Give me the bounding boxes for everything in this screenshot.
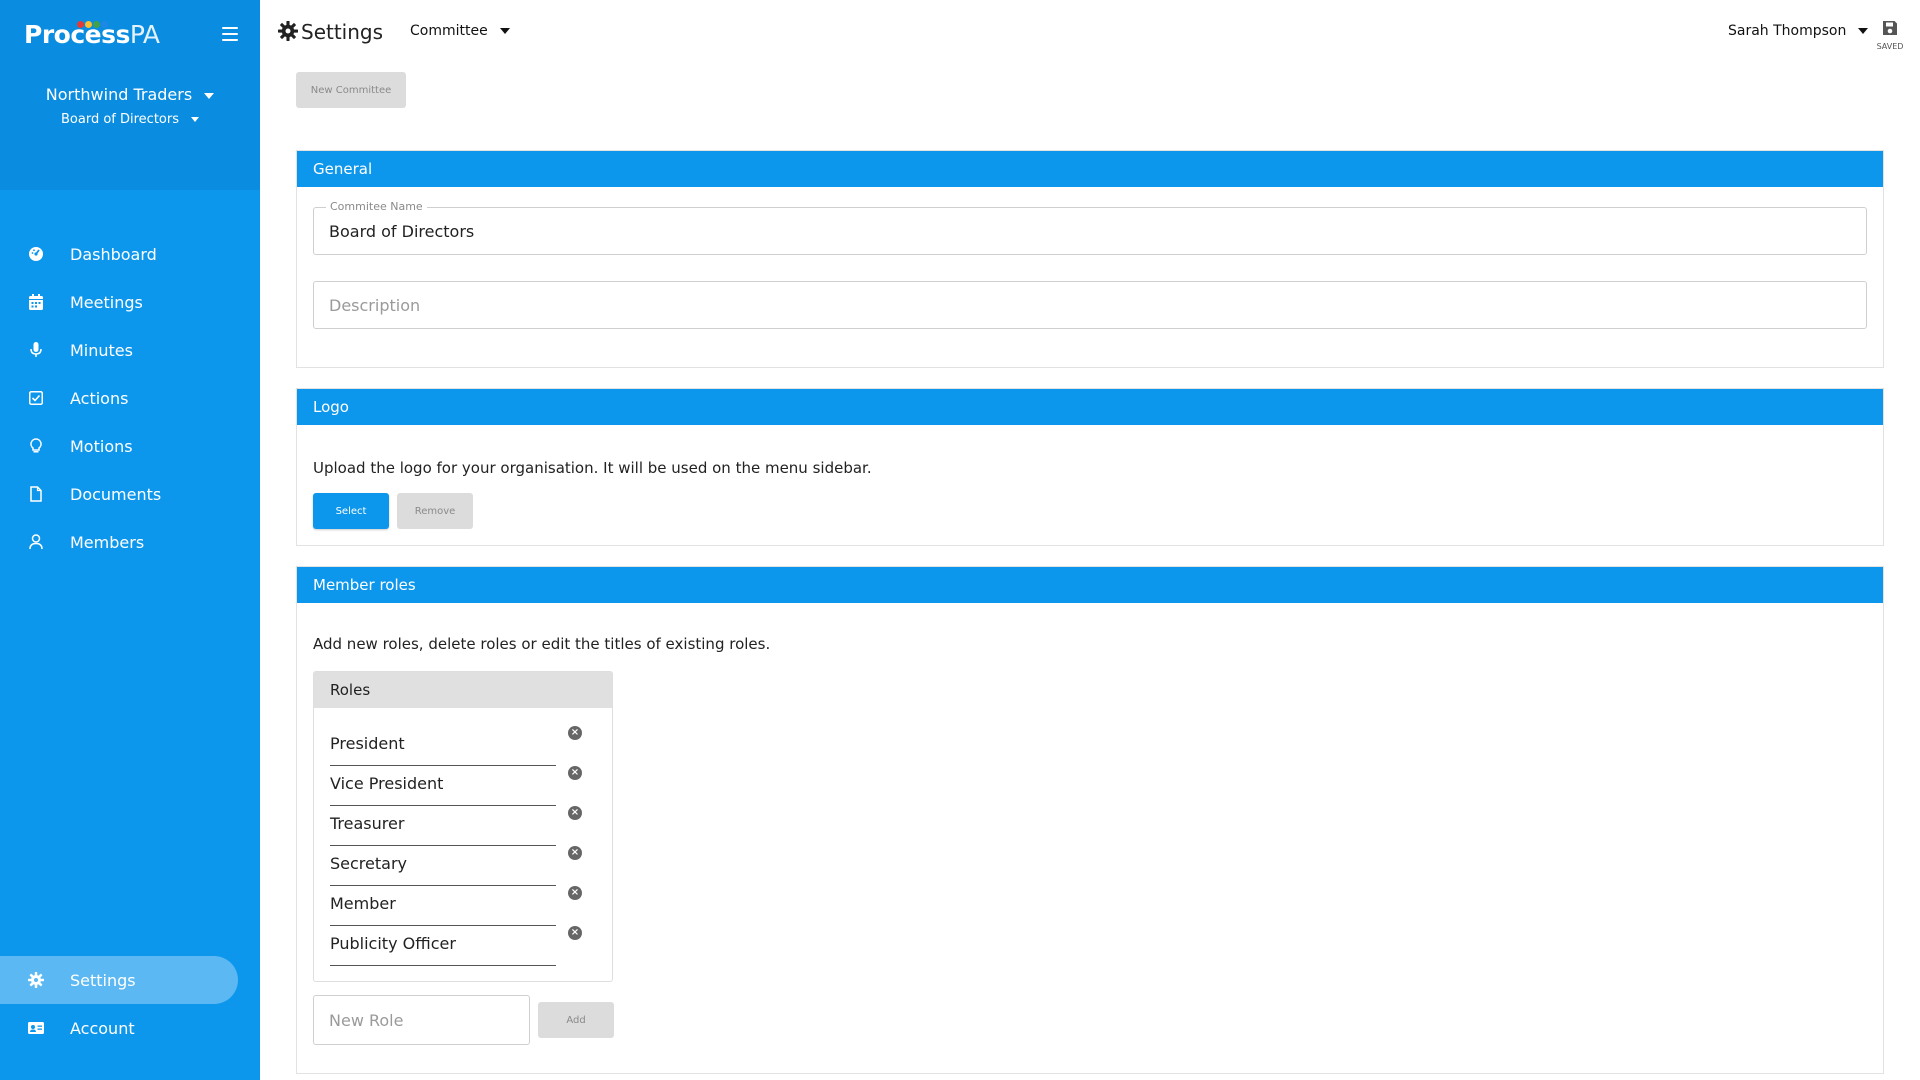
sidebar-item-account[interactable]: Account [0,1004,260,1052]
chevron-down-icon [204,92,215,99]
role-row: Vice President × [330,766,590,806]
chevron-down-icon [191,117,199,122]
sidebar-item-dashboard[interactable]: Dashboard [0,230,260,278]
logo-main: Process [24,20,130,49]
organization-name: Northwind Traders [45,85,193,104]
logo-panel: Logo Upload the logo for your organisati… [296,388,1884,546]
sidebar-item-label: Account [70,1018,135,1038]
committee-select[interactable]: Board of Directors [0,112,260,127]
committee-name-field[interactable]: Commitee Name Board of Directors [313,200,1867,255]
role-title-input[interactable]: Publicity Officer [330,934,556,966]
role-row: Secretary × [330,846,590,886]
role-title-input[interactable]: Secretary [330,854,556,886]
sidebar-item-minutes[interactable]: Minutes [0,326,260,374]
gear-icon [278,21,298,45]
user-icon [28,534,44,550]
sidebar-item-label: Documents [70,484,162,504]
select-logo-button[interactable]: Select [313,493,389,529]
sidebar-bottom-nav: Settings Account [0,956,260,1052]
sidebar-item-meetings[interactable]: Meetings [0,278,260,326]
remove-logo-button[interactable]: Remove [397,493,473,529]
sidebar-nav: Dashboard Meetings Minutes Actions Motio… [0,230,260,566]
role-title-input[interactable]: President [330,734,556,766]
logo-heading: Logo [297,389,1883,425]
remove-role-icon[interactable]: × [568,806,582,820]
logo-description: Upload the logo for your organisation. I… [313,459,872,477]
save-status: SAVED [1876,42,1904,51]
description-field[interactable]: Description [313,281,1867,329]
document-icon [28,486,44,502]
floppy-disk-icon [1882,21,1898,40]
page-title: Settings [301,20,384,44]
organization-select[interactable]: Northwind Traders [0,85,260,104]
section-select[interactable]: Committee [410,23,510,39]
new-committee-button[interactable]: New Committee [296,72,406,108]
gear-icon [28,972,44,988]
role-title-input[interactable]: Vice President [330,774,556,806]
sidebar-item-label: Members [70,532,145,552]
lightbulb-icon [28,438,44,454]
sidebar-item-motions[interactable]: Motions [0,422,260,470]
new-role-placeholder: New Role [329,1011,404,1030]
sidebar-item-settings[interactable]: Settings [0,956,238,1004]
logo-text: ProcessPA [24,20,160,49]
role-title-input[interactable]: Treasurer [330,814,556,846]
role-title-input[interactable]: Member [330,894,556,926]
id-card-icon [28,1020,44,1036]
calendar-icon [28,294,44,310]
dashboard-icon [28,246,44,262]
remove-role-icon[interactable]: × [568,846,582,860]
add-role-button[interactable]: Add [538,1002,614,1038]
general-heading: General [297,151,1883,187]
member-roles-panel: Member roles Add new roles, delete roles… [296,566,1884,1074]
remove-role-icon[interactable]: × [568,726,582,740]
remove-role-icon[interactable]: × [568,766,582,780]
sidebar-header: ProcessPA Northwind Traders Board of Dir… [0,0,260,190]
roles-header: Roles [314,672,612,708]
sidebar-item-label: Minutes [70,340,133,360]
chevron-down-icon [1858,28,1869,34]
member-roles-description: Add new roles, delete roles or edit the … [313,635,771,653]
role-row: Member × [330,886,590,926]
general-panel: General Commitee Name Board of Directors… [296,150,1884,368]
menu-toggle-icon[interactable] [222,27,238,41]
sidebar-item-label: Settings [70,970,136,990]
remove-role-icon[interactable]: × [568,926,582,940]
role-row: President × [330,726,590,766]
committee-name-value: Board of Directors [329,222,475,241]
member-roles-heading: Member roles [297,567,1883,603]
remove-role-icon[interactable]: × [568,886,582,900]
user-menu[interactable]: Sarah Thompson [1728,23,1869,39]
roles-list: Roles President × Vice President × Treas… [313,671,613,982]
sidebar-item-documents[interactable]: Documents [0,470,260,518]
sidebar-item-actions[interactable]: Actions [0,374,260,422]
committee-name-label: Commitee Name [326,200,427,213]
save-button[interactable]: SAVED [1874,20,1906,51]
user-name: Sarah Thompson [1728,23,1847,39]
top-bar: Settings Committee Sarah Thompson SAVED [260,0,1920,64]
committee-name: Board of Directors [61,112,179,127]
description-placeholder: Description [329,296,421,315]
sidebar-item-label: Meetings [70,292,143,312]
sidebar-item-label: Motions [70,436,133,456]
sidebar-item-members[interactable]: Members [0,518,260,566]
section-select-value: Committee [410,23,488,39]
logo-accent: PA [129,20,160,49]
microphone-icon [28,342,44,358]
sidebar-item-label: Dashboard [70,244,157,264]
sidebar: ProcessPA Northwind Traders Board of Dir… [0,0,260,1080]
chevron-down-icon [499,28,510,34]
role-row: Publicity Officer × [330,926,590,966]
checkbox-icon [28,390,44,406]
sidebar-item-label: Actions [70,388,129,408]
new-role-input[interactable]: New Role [313,995,530,1045]
role-row: Treasurer × [330,806,590,846]
app-logo[interactable]: ProcessPA [24,12,184,52]
